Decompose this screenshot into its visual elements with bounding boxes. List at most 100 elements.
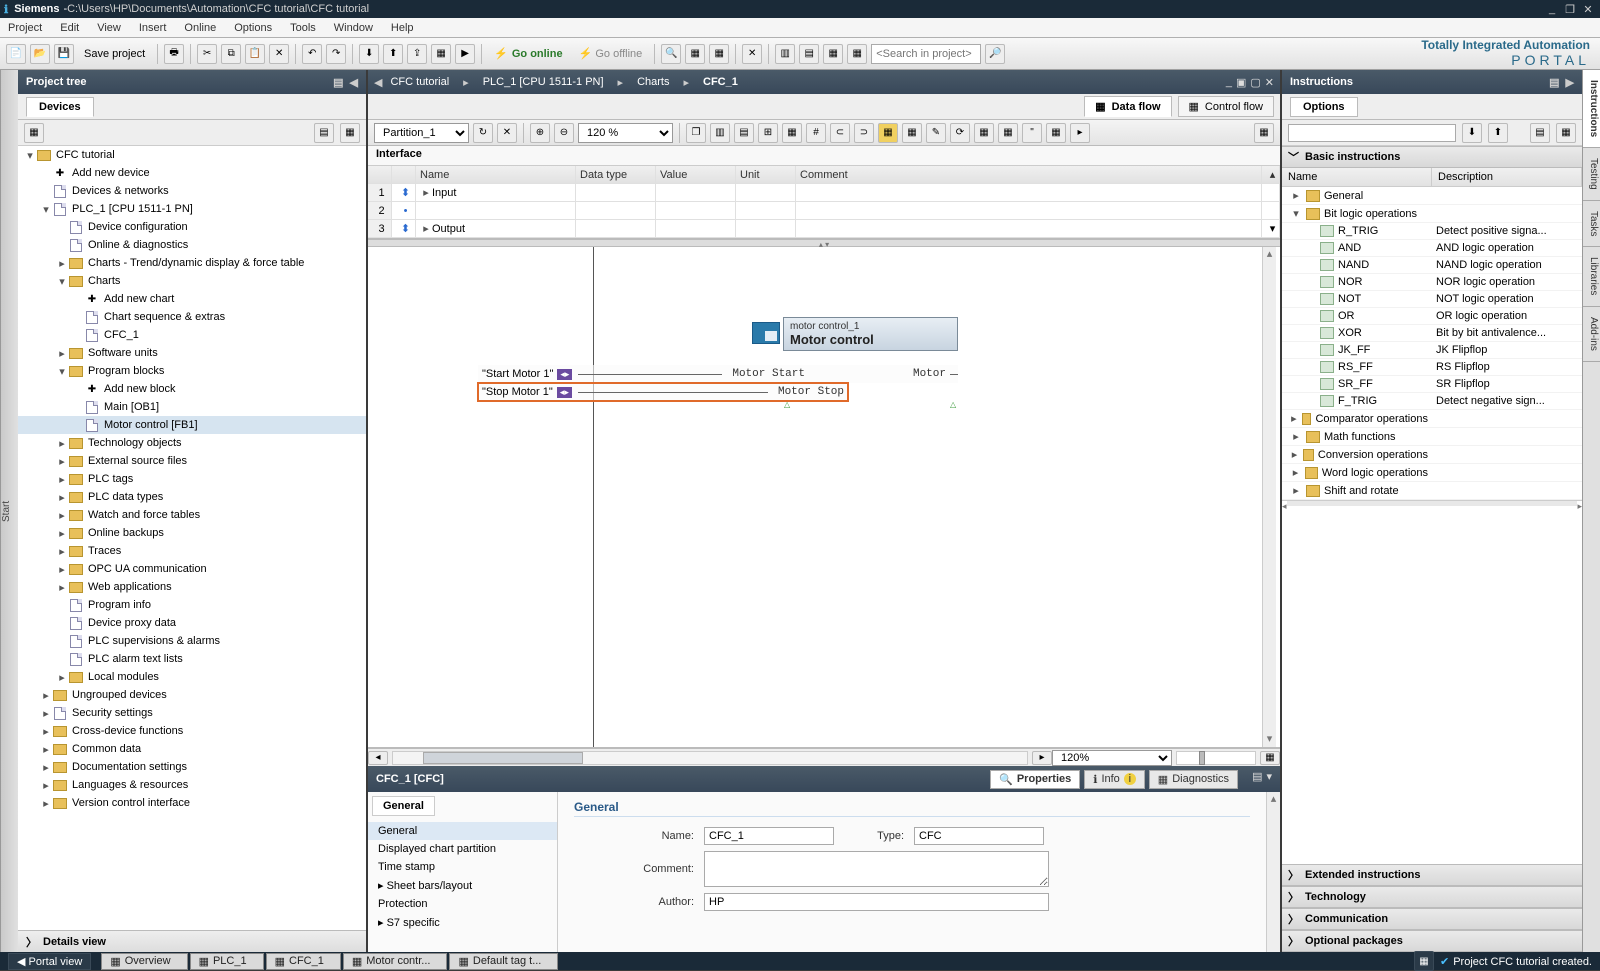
et-icon[interactable]: ✎ [926, 123, 946, 143]
tree-twist-icon[interactable]: ▸ [40, 689, 52, 702]
optional-packages-header[interactable]: 〉Optional packages [1282, 930, 1582, 952]
sidetab-testing[interactable]: Testing [1583, 148, 1600, 201]
tree-twist-icon[interactable]: ▸ [56, 545, 68, 558]
download-icon[interactable]: ⬆ [383, 44, 403, 64]
tree-twist-icon[interactable]: ▸ [40, 725, 52, 738]
et-icon[interactable]: # [806, 123, 826, 143]
open-project-icon[interactable]: 📂 [30, 44, 50, 64]
delete-icon[interactable]: ✕ [269, 44, 289, 64]
menu-window[interactable]: Window [334, 22, 373, 34]
sidetab-libraries[interactable]: Libraries [1583, 247, 1600, 306]
tree-twist-icon[interactable]: ▸ [56, 437, 68, 450]
tree-item[interactable]: ▸Web applications [18, 578, 366, 596]
tree-twist-icon[interactable]: ▸ [40, 761, 52, 774]
save-icon[interactable]: 💾 [54, 44, 74, 64]
print-icon[interactable]: 🖶 [164, 44, 184, 64]
tree-twist-icon[interactable]: ▸ [40, 743, 52, 756]
search-up-icon[interactable]: ⬆ [1488, 123, 1508, 143]
tree-twist-icon[interactable]: ▸ [40, 707, 52, 720]
instruction-item[interactable]: ▸Conversion operations [1282, 446, 1582, 464]
rp-view2-icon[interactable]: ▦ [1556, 123, 1576, 143]
task-tab[interactable]: ▦PLC_1 [190, 953, 264, 970]
tree-item[interactable]: ▸Charts - Trend/dynamic display & force … [18, 254, 366, 272]
tab-properties[interactable]: 🔍Properties [990, 770, 1080, 789]
tree-item[interactable]: PLC supervisions & alarms [18, 632, 366, 650]
save-project-button[interactable]: Save project [78, 48, 151, 60]
tree-twist-icon[interactable]: ▸ [56, 347, 68, 360]
tree-twist-icon[interactable]: ▾ [56, 365, 68, 378]
props-vscroll[interactable]: ▴ [1266, 792, 1280, 952]
et-icon[interactable]: ▸ [1070, 123, 1090, 143]
editor-maximize-icon[interactable]: ▣ [1236, 76, 1246, 89]
interface-row[interactable]: 1⬍▸Input [368, 184, 1280, 202]
instruction-item[interactable]: ▸Shift and rotate [1282, 482, 1582, 500]
menu-options[interactable]: Options [234, 22, 272, 34]
instructions-search-input[interactable] [1288, 124, 1456, 142]
tree-item[interactable]: Motor control [FB1] [18, 416, 366, 434]
tab-diagnostics[interactable]: ▦Diagnostics [1149, 770, 1238, 789]
basic-instructions-header[interactable]: ﹀Basic instructions [1282, 146, 1582, 168]
menu-help[interactable]: Help [391, 22, 414, 34]
props-nav-item[interactable]: Protection [368, 895, 557, 913]
et-icon[interactable]: ▦ [1254, 123, 1274, 143]
scroll-up-icon[interactable]: ▴ [1263, 247, 1276, 260]
tree-item[interactable]: ▾CFC tutorial [18, 146, 366, 164]
twist-icon[interactable]: ▸ [1290, 189, 1302, 202]
col-unit[interactable]: Unit [736, 166, 796, 183]
menu-online[interactable]: Online [184, 22, 216, 34]
col-name[interactable]: Name [416, 166, 576, 183]
tree-item[interactable]: ✚Add new chart [18, 290, 366, 308]
redo-icon[interactable]: ↷ [326, 44, 346, 64]
instruction-item[interactable]: ANDAND logic operation [1282, 240, 1582, 257]
tab-info[interactable]: ℹInfoi [1084, 770, 1145, 789]
tree-item[interactable]: ▸Traces [18, 542, 366, 560]
twist-icon[interactable]: ▾ [1290, 207, 1302, 220]
header-collapse-icon[interactable]: ◀ [350, 76, 358, 89]
tree-item[interactable]: Devices & networks [18, 182, 366, 200]
menu-tools[interactable]: Tools [290, 22, 316, 34]
col-name[interactable]: Name [1282, 168, 1432, 186]
tree-twist-icon[interactable]: ▸ [56, 455, 68, 468]
tree-twist-icon[interactable]: ▸ [56, 257, 68, 270]
tree-twist-icon[interactable]: ▸ [56, 491, 68, 504]
instruction-item[interactable]: NOTNOT logic operation [1282, 291, 1582, 308]
tree-item[interactable]: CFC_1 [18, 326, 366, 344]
instruction-item[interactable]: JK_FFJK Flipflop [1282, 342, 1582, 359]
row-twist-icon[interactable]: ▸ [420, 186, 432, 199]
rp-view1-icon[interactable]: ▤ [1530, 123, 1550, 143]
partition-select[interactable]: Partition_1 [374, 123, 469, 143]
et-icon[interactable]: ▦ [998, 123, 1018, 143]
compile-icon[interactable]: ⬇ [359, 44, 379, 64]
zoom-slider[interactable] [1176, 751, 1256, 765]
tree-twist-icon[interactable]: ▸ [40, 797, 52, 810]
task-tab[interactable]: ▦CFC_1 [266, 953, 341, 970]
editor-newwin-icon[interactable]: ▢ [1250, 76, 1260, 89]
tree-view2-icon[interactable]: ▦ [340, 123, 360, 143]
start-icon[interactable]: ▶ [455, 44, 475, 64]
et-icon[interactable]: ▥ [710, 123, 730, 143]
window-minimize-icon[interactable]: _ [1544, 3, 1560, 16]
portal-view-button[interactable]: ◀ Portal view [8, 953, 91, 970]
row-twist-icon[interactable]: ▸ [420, 222, 432, 235]
task-tab[interactable]: ▦Default tag t... [449, 953, 558, 970]
menu-edit[interactable]: Edit [60, 22, 79, 34]
instruction-item[interactable]: ▸General [1282, 187, 1582, 205]
cfc-canvas[interactable]: motor control_1 Motor control "Start Mot… [368, 247, 1280, 748]
instruction-item[interactable]: ▸Word logic operations [1282, 464, 1582, 482]
et-icon[interactable]: ▦ [974, 123, 994, 143]
search-down-icon[interactable]: ⬇ [1462, 123, 1482, 143]
window-close-icon[interactable]: ✕ [1580, 3, 1596, 16]
status-tray-icon[interactable]: ▦ [1414, 951, 1434, 971]
undo-icon[interactable]: ↶ [302, 44, 322, 64]
twist-icon[interactable]: ▸ [1290, 430, 1302, 443]
twist-icon[interactable]: ▸ [1290, 466, 1301, 479]
tree-item[interactable]: Main [OB1] [18, 398, 366, 416]
header-pin-icon[interactable]: ▤ [333, 76, 343, 89]
tree-item[interactable]: ✚Add new device [18, 164, 366, 182]
et-icon[interactable]: ❐ [686, 123, 706, 143]
et-icon[interactable]: ▦ [782, 123, 802, 143]
search-input[interactable] [871, 44, 981, 64]
col-dtype[interactable]: Data type [576, 166, 656, 183]
partition-delete-icon[interactable]: ✕ [497, 123, 517, 143]
et-icon[interactable]: ▦ [1046, 123, 1066, 143]
